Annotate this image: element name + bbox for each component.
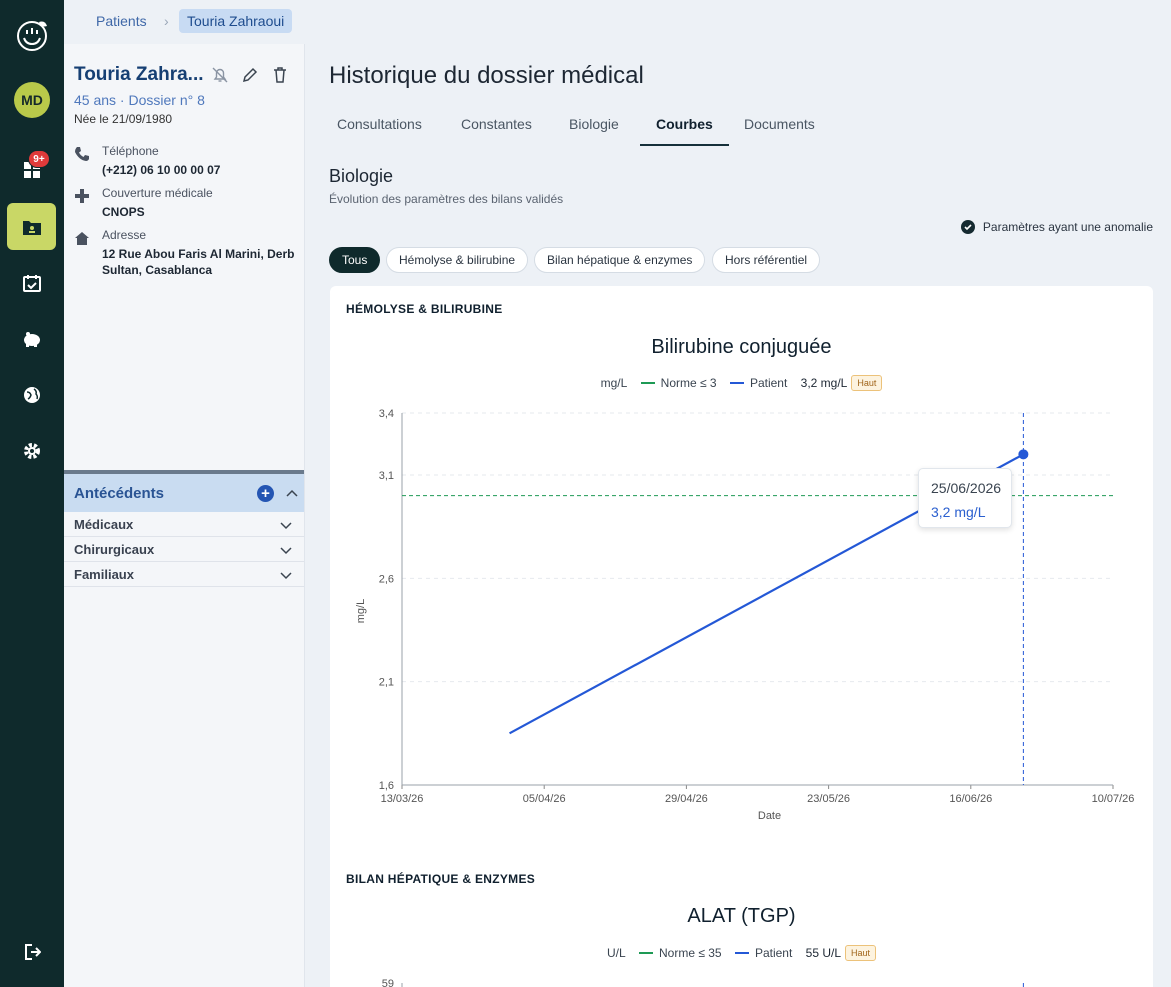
legend-patient-label: Patient [754,946,793,960]
address-value: 12 Rue Abou Faris Al Marini, Derb Sultan… [102,247,295,277]
legend-norm: Norme ≤ 35 [639,946,722,960]
breadcrumb-patients-link[interactable]: Patients [96,13,147,29]
group-title-hepatique: BILAN HÉPATIQUE & ENZYMES [346,872,536,886]
antecedents-title: Antécédents [74,485,165,502]
antecedent-medicaux[interactable]: Médicaux [64,512,304,537]
y-tick-label: 59 [382,978,394,987]
tooltip-value: 3,2 mg/L [931,504,986,520]
checkbox-checked-icon[interactable] [960,220,975,234]
charts-card: HÉMOLYSE & BILIRUBINE Bilirubine conjugu… [330,286,1153,987]
x-tick-label: 05/04/26 [523,793,566,805]
antecedent-familiaux[interactable]: Familiaux [64,562,304,587]
home-icon [74,230,90,246]
x-axis-label: Date [758,810,781,822]
avatar[interactable]: MD [14,82,50,118]
logo-icon[interactable] [13,16,51,54]
section-subtitle: Évolution des paramètres des bilans vali… [329,192,564,206]
chevron-up-icon[interactable] [285,487,299,501]
breadcrumb-separator-icon: › [164,13,169,29]
piggy-bank-icon[interactable] [17,324,47,354]
delete-icon[interactable] [271,66,289,84]
edit-icon[interactable] [241,66,259,84]
tab-constantes[interactable]: Constantes [461,106,532,146]
y-tick-label: 2,1 [379,677,394,689]
phone-label: Téléphone [102,144,159,158]
legend-norm-label: Norme ≤ 35 [659,946,722,960]
status-badge: Haut [845,945,877,961]
legend-last-value: 55 U/L Haut [805,945,877,961]
antecedent-label: Chirurgicaux [74,542,155,557]
y-axis-label: mg/L [355,599,367,623]
phone-value: (+212) 06 10 00 00 07 [102,163,221,177]
antecedent-label: Médicaux [74,517,134,532]
breadcrumb: Patients › Touria Zahraoui [64,0,1171,44]
patient-panel: Touria Zahra... 45 ans · Dossier n° 8 Né… [64,44,305,987]
logout-icon[interactable] [17,937,47,967]
x-tick-label: 13/03/26 [381,793,424,805]
y-tick-label: 2,6 [379,573,394,585]
tab-documents[interactable]: Documents [744,106,815,146]
y-tick-label: 3,1 [379,470,394,482]
patient-name: Touria Zahra... [74,64,204,85]
breadcrumb-current: Touria Zahraoui [179,9,293,33]
bell-off-icon[interactable] [211,66,229,84]
main-content: Historique du dossier médical Consultati… [306,44,1171,987]
anomaly-filter-label: Paramètres ayant une anomalie [982,220,1153,234]
last-value: 55 U/L [805,946,842,960]
antecedents-header[interactable]: Antécédents + [64,474,304,512]
data-point-active [1018,449,1029,460]
x-tick-label: 29/04/26 [665,793,708,805]
legend-patient: Patient [734,946,793,960]
x-tick-label: 16/06/26 [949,793,992,805]
y-tick-label: 1,6 [379,780,394,792]
notification-badge: 9+ [28,150,50,168]
add-antecedent-button[interactable]: + [257,485,274,502]
coverage-label: Couverture médicale [102,186,213,200]
x-tick-label: 23/05/26 [807,793,850,805]
side-navigation: MD 9+ [0,0,64,987]
y-tick-label: 3,4 [379,408,394,420]
globe-icon[interactable] [17,380,47,410]
anomaly-filter-toggle[interactable]: Paramètres ayant une anomalie [960,220,1153,234]
filter-tous[interactable]: Tous [329,247,381,273]
address-label: Adresse [102,228,147,242]
medical-cross-icon [74,188,90,204]
tab-consultations[interactable]: Consultations [337,106,422,146]
coverage-value: CNOPS [102,205,145,219]
filter-hors-referentiel[interactable]: Hors référentiel [712,247,821,273]
antecedents-panel: Antécédents + Médicaux Chirurgicaux Fami… [64,470,304,587]
antecedent-chirurgicaux[interactable]: Chirurgicaux [64,537,304,562]
calendar-icon[interactable] [17,268,47,298]
chevron-down-icon [280,572,292,580]
tab-courbes[interactable]: Courbes [640,106,729,146]
chevron-down-icon [280,547,292,555]
antecedent-label: Familiaux [74,567,134,582]
chart-tooltip: 25/06/2026 3,2 mg/L [918,468,1012,528]
tooltip-date: 25/06/2026 [931,480,1002,496]
patient-birthdate: Née le 21/09/1980 [74,112,173,126]
chart-legend-alat: U/L Norme ≤ 35 Patient 55 U/L Haut [330,945,1153,961]
page-title: Historique du dossier médical [329,62,644,89]
filter-bilan-hepatique[interactable]: Bilan hépatique & enzymes [534,247,706,273]
section-title: Biologie [329,166,394,186]
settings-icon[interactable] [17,436,47,466]
phone-icon [74,146,90,162]
patient-age-file: 45 ans · Dossier n° 8 [74,92,205,108]
chart-title-alat: ALAT (TGP) [687,905,796,927]
x-tick-label: 10/07/26 [1092,793,1135,805]
legend-unit: U/L [606,946,626,960]
patient-file-icon[interactable] [7,203,56,250]
filter-hemolyse[interactable]: Hémolyse & bilirubine [386,247,529,273]
chart-bilirubine[interactable]: 3,4 3,1 2,6 2,1 1,613/03/26 05/04/26 29/04/26 2… [330,286,1153,846]
tab-biologie[interactable]: Biologie [569,106,619,146]
chevron-down-icon [280,522,292,530]
